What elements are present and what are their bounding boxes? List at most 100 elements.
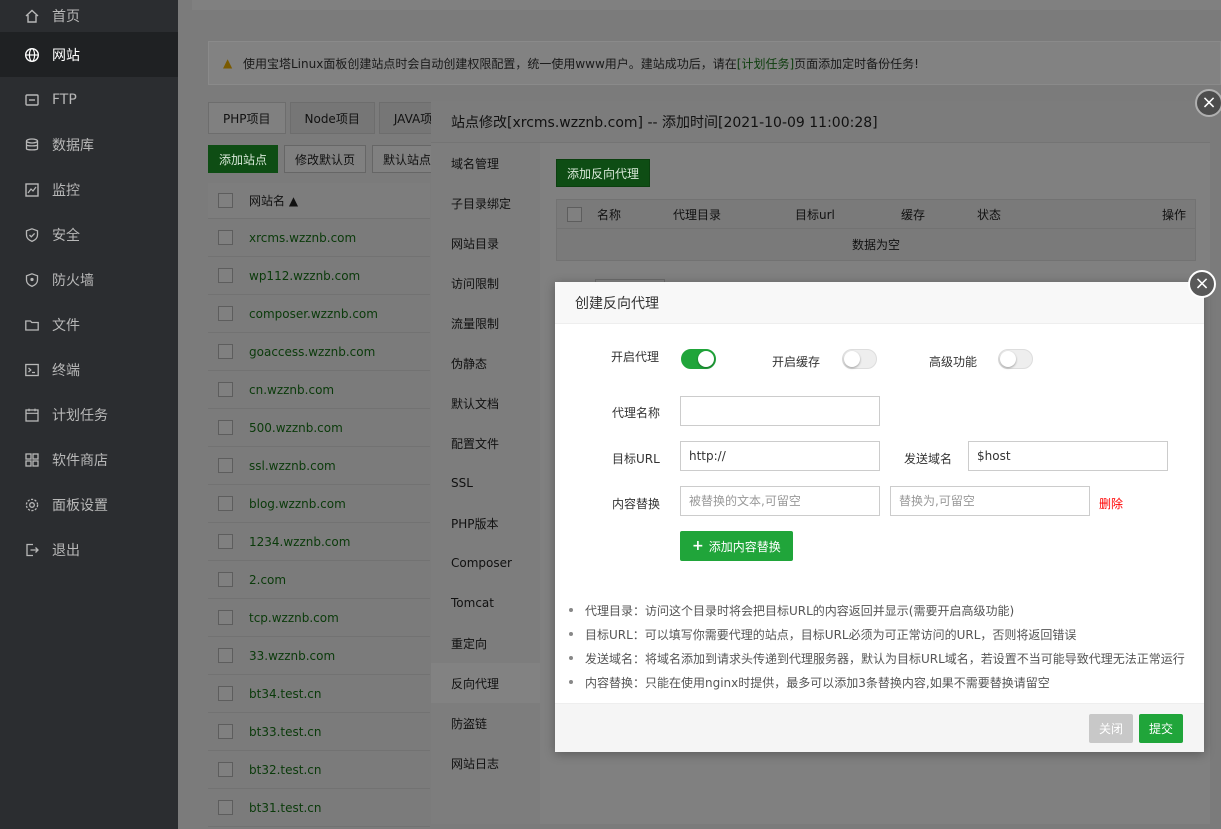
- row-checkbox[interactable]: [218, 534, 233, 549]
- site-menu-item[interactable]: 访问限制: [431, 263, 540, 303]
- bullet-icon: [569, 656, 573, 660]
- sidebar-item[interactable]: 软件商店: [0, 437, 178, 482]
- site-name-link[interactable]: 2.com: [249, 573, 286, 587]
- proxy-select-all-checkbox[interactable]: [567, 207, 582, 222]
- site-menu-item[interactable]: Tomcat: [431, 583, 540, 623]
- site-name-link[interactable]: bt31.test.cn: [249, 801, 321, 815]
- column-site-name[interactable]: 网站名 ▲: [249, 192, 298, 209]
- add-site-button[interactable]: 添加站点: [208, 145, 279, 173]
- sidebar-item[interactable]: 终端: [0, 347, 178, 392]
- site-menu-item[interactable]: 域名管理: [431, 143, 540, 183]
- bullet-icon: [569, 632, 573, 636]
- sidebar-item[interactable]: 安全: [0, 212, 178, 257]
- site-name-link[interactable]: bt34.test.cn: [249, 687, 321, 701]
- row-checkbox[interactable]: [218, 648, 233, 663]
- site-menu-item[interactable]: 默认文档: [431, 383, 540, 423]
- site-menu-item[interactable]: PHP版本: [431, 503, 540, 543]
- add-reverse-proxy-button[interactable]: 添加反向代理: [556, 159, 651, 187]
- site-name-link[interactable]: goaccess.wzznb.com: [249, 345, 375, 359]
- row-checkbox[interactable]: [218, 420, 233, 435]
- site-name-link[interactable]: bt32.test.cn: [249, 763, 321, 777]
- site-name-link[interactable]: ssl.wzznb.com: [249, 459, 336, 473]
- replace-from-input[interactable]: [680, 486, 880, 516]
- row-checkbox[interactable]: [218, 800, 233, 815]
- site-menu-item[interactable]: 配置文件: [431, 423, 540, 463]
- submit-button[interactable]: 提交: [1139, 714, 1184, 743]
- site-menu-item[interactable]: 防盗链: [431, 703, 540, 743]
- sidebar-item[interactable]: 防火墙: [0, 257, 178, 302]
- site-name-link[interactable]: blog.wzznb.com: [249, 497, 346, 511]
- site-menu-item[interactable]: 网站目录: [431, 223, 540, 263]
- enable-proxy-toggle[interactable]: [681, 349, 716, 369]
- site-menu-item[interactable]: 重定向: [431, 623, 540, 663]
- select-all-checkbox[interactable]: [218, 193, 233, 208]
- site-name-link[interactable]: cn.wzznb.com: [249, 383, 334, 397]
- schedule-task-link[interactable]: [计划任务]: [737, 55, 794, 72]
- proxy-table-empty: 数据为空: [556, 229, 1196, 261]
- site-name-link[interactable]: composer.wzznb.com: [249, 307, 378, 321]
- target-url-input[interactable]: [680, 441, 880, 471]
- row-checkbox[interactable]: [218, 686, 233, 701]
- add-content-replace-button[interactable]: + 添加内容替换: [680, 531, 793, 561]
- sidebar-item[interactable]: FTP: [0, 77, 178, 122]
- terminal-icon: [24, 362, 40, 378]
- sidebar-item[interactable]: 退出: [0, 527, 178, 572]
- row-checkbox[interactable]: [218, 268, 233, 283]
- target-url-label: 目标URL: [612, 452, 660, 466]
- replace-to-input[interactable]: [890, 486, 1090, 516]
- site-name-link[interactable]: 500.wzznb.com: [249, 421, 343, 435]
- row-checkbox[interactable]: [218, 724, 233, 739]
- dialog-title: 创建反向代理: [555, 282, 1204, 324]
- tab-node[interactable]: Node项目: [289, 102, 375, 134]
- column-proxy-dir: 代理目录: [673, 207, 722, 222]
- site-name-link[interactable]: xrcms.wzznb.com: [249, 231, 356, 245]
- row-checkbox[interactable]: [218, 344, 233, 359]
- row-checkbox[interactable]: [218, 762, 233, 777]
- site-name-link[interactable]: tcp.wzznb.com: [249, 611, 339, 625]
- table-row: wp112.wzznb.com: [208, 257, 430, 295]
- table-row: bt32.test.cn: [208, 751, 430, 789]
- row-checkbox[interactable]: [218, 458, 233, 473]
- sidebar-item[interactable]: 监控: [0, 167, 178, 212]
- proxy-name-input[interactable]: [680, 396, 880, 426]
- row-checkbox[interactable]: [218, 610, 233, 625]
- tip-text: 目标URL：可以填写你需要代理的站点，目标URL必须为可正常访问的URL，否则将…: [585, 627, 1077, 642]
- add-content-replace-label: 添加内容替换: [708, 539, 781, 554]
- enable-cache-toggle[interactable]: [842, 349, 877, 369]
- sidebar-item[interactable]: 网站: [0, 32, 178, 77]
- sidebar-item[interactable]: 文件: [0, 302, 178, 347]
- close-button[interactable]: 关闭: [1089, 714, 1134, 743]
- site-menu-item[interactable]: 反向代理: [431, 663, 540, 703]
- sidebar-item[interactable]: 数据库: [0, 122, 178, 167]
- send-domain-input[interactable]: [968, 441, 1168, 471]
- modify-default-page-button[interactable]: 修改默认页: [284, 145, 367, 173]
- table-row: 2.com: [208, 561, 430, 599]
- advanced-toggle[interactable]: [998, 349, 1033, 369]
- delete-replace-link[interactable]: 删除: [1099, 495, 1123, 512]
- table-row: bt33.test.cn: [208, 713, 430, 751]
- site-menu-item[interactable]: Composer: [431, 543, 540, 583]
- site-name-link[interactable]: 33.wzznb.com: [249, 649, 335, 663]
- site-name-link[interactable]: 1234.wzznb.com: [249, 535, 350, 549]
- site-name-link[interactable]: wp112.wzznb.com: [249, 269, 360, 283]
- sidebar-item-label: 防火墙: [52, 272, 94, 289]
- site-modal-close-icon[interactable]: ×: [1195, 89, 1221, 117]
- sidebar-item-label: 网站: [52, 47, 80, 64]
- row-checkbox[interactable]: [218, 382, 233, 397]
- site-name-link[interactable]: bt33.test.cn: [249, 725, 321, 739]
- row-checkbox[interactable]: [218, 496, 233, 511]
- tab-php[interactable]: PHP项目: [208, 102, 286, 134]
- sidebar-item[interactable]: 计划任务: [0, 392, 178, 437]
- site-modal-menu: 域名管理 子目录绑定 网站目录 访问限制 流量限制 伪静态 默认文档 配置文件 SSL PHP版本…: [431, 143, 540, 824]
- row-checkbox[interactable]: [218, 230, 233, 245]
- site-menu-item[interactable]: SSL: [431, 463, 540, 503]
- dialog-close-icon[interactable]: ×: [1188, 270, 1216, 298]
- row-checkbox[interactable]: [218, 306, 233, 321]
- sidebar-item[interactable]: 面板设置: [0, 482, 178, 527]
- site-menu-item[interactable]: 网站日志: [431, 743, 540, 783]
- sidebar-item[interactable]: 首页: [0, 0, 178, 32]
- site-menu-item[interactable]: 子目录绑定: [431, 183, 540, 223]
- site-menu-item[interactable]: 流量限制: [431, 303, 540, 343]
- site-menu-item[interactable]: 伪静态: [431, 343, 540, 383]
- row-checkbox[interactable]: [218, 572, 233, 587]
